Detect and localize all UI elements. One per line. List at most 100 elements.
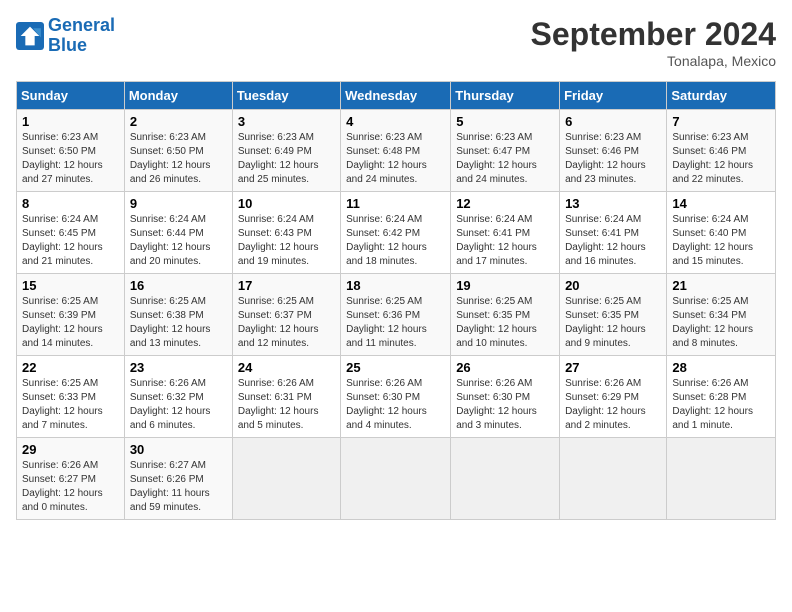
day-number: 28 [672,360,770,375]
calendar-cell: 30Sunrise: 6:27 AM Sunset: 6:26 PM Dayli… [124,438,232,520]
calendar-cell: 29 Sunrise: 6:26 AM Sunset: 6:27 PM Dayli… [17,438,125,520]
column-header-sunday: Sunday [17,82,125,110]
day-number: 5 [456,114,554,129]
calendar-cell [232,438,340,520]
day-number: 1 [22,114,119,129]
day-info: Sunrise: 6:26 AM Sunset: 6:27 PM Dayligh… [22,459,119,515]
day-number: 30 [130,442,227,457]
logo-icon [16,22,44,50]
calendar-cell: 28Sunrise: 6:26 AM Sunset: 6:28 PM Dayli… [667,356,776,438]
day-number: 4 [346,114,445,129]
calendar-subtitle: Tonalapa, Mexico [531,53,776,69]
day-number: 8 [22,196,119,211]
day-number: 17 [238,278,335,293]
calendar-cell: 27 Sunrise: 6:26 AM Sunset: 6:29 PM Dayli… [560,356,667,438]
column-header-saturday: Saturday [667,82,776,110]
day-number: 2 [130,114,227,129]
calendar-week-4: 22 Sunrise: 6:25 AM Sunset: 6:33 PM Dayli… [17,356,776,438]
calendar-week-3: 15 Sunrise: 6:25 AM Sunset: 6:39 PM Dayli… [17,274,776,356]
day-info: Sunrise: 6:24 AM Sunset: 6:42 PM Dayligh… [346,213,445,269]
day-info: Sunrise: 6:25 AM Sunset: 6:38 PM Dayligh… [130,295,227,351]
day-number: 20 [565,278,661,293]
calendar-cell: 16 Sunrise: 6:25 AM Sunset: 6:38 PM Dayli… [124,274,232,356]
day-number: 18 [346,278,445,293]
calendar-cell: 13 Sunrise: 6:24 AM Sunset: 6:41 PM Dayli… [560,192,667,274]
logo: General Blue [16,16,115,56]
day-info: Sunrise: 6:26 AM Sunset: 6:31 PM Dayligh… [238,377,335,433]
day-number: 11 [346,196,445,211]
day-info: Sunrise: 6:25 AM Sunset: 6:36 PM Dayligh… [346,295,445,351]
day-number: 15 [22,278,119,293]
day-info: Sunrise: 6:23 AM Sunset: 6:50 PM Dayligh… [22,131,119,187]
calendar-cell: 17 Sunrise: 6:25 AM Sunset: 6:37 PM Dayli… [232,274,340,356]
day-number: 7 [672,114,770,129]
day-info: Sunrise: 6:23 AM Sunset: 6:50 PM Dayligh… [130,131,227,187]
page-header: General Blue September 2024 Tonalapa, Me… [16,16,776,69]
calendar-cell: 26Sunrise: 6:26 AM Sunset: 6:30 PM Dayli… [451,356,560,438]
day-number: 23 [130,360,227,375]
calendar-cell: 21Sunrise: 6:25 AM Sunset: 6:34 PM Dayli… [667,274,776,356]
calendar-cell: 6 Sunrise: 6:23 AM Sunset: 6:46 PM Daylig… [560,110,667,192]
calendar-cell: 2 Sunrise: 6:23 AM Sunset: 6:50 PM Daylig… [124,110,232,192]
day-number: 12 [456,196,554,211]
calendar-cell: 12Sunrise: 6:24 AM Sunset: 6:41 PM Dayli… [451,192,560,274]
day-info: Sunrise: 6:25 AM Sunset: 6:39 PM Dayligh… [22,295,119,351]
day-number: 29 [22,442,119,457]
logo-line1: General [48,15,115,35]
day-info: Sunrise: 6:23 AM Sunset: 6:49 PM Dayligh… [238,131,335,187]
day-info: Sunrise: 6:24 AM Sunset: 6:40 PM Dayligh… [672,213,770,269]
day-number: 14 [672,196,770,211]
day-number: 22 [22,360,119,375]
day-info: Sunrise: 6:25 AM Sunset: 6:35 PM Dayligh… [456,295,554,351]
calendar-cell [667,438,776,520]
column-header-thursday: Thursday [451,82,560,110]
day-number: 6 [565,114,661,129]
calendar-title: September 2024 [531,16,776,53]
calendar-table: SundayMondayTuesdayWednesdayThursdayFrid… [16,81,776,520]
day-number: 9 [130,196,227,211]
day-info: Sunrise: 6:25 AM Sunset: 6:35 PM Dayligh… [565,295,661,351]
day-number: 16 [130,278,227,293]
day-info: Sunrise: 6:23 AM Sunset: 6:46 PM Dayligh… [565,131,661,187]
day-info: Sunrise: 6:25 AM Sunset: 6:34 PM Dayligh… [672,295,770,351]
calendar-week-5: 29 Sunrise: 6:26 AM Sunset: 6:27 PM Dayli… [17,438,776,520]
day-number: 27 [565,360,661,375]
day-info: Sunrise: 6:26 AM Sunset: 6:29 PM Dayligh… [565,377,661,433]
day-info: Sunrise: 6:24 AM Sunset: 6:45 PM Dayligh… [22,213,119,269]
calendar-cell: 8 Sunrise: 6:24 AM Sunset: 6:45 PM Daylig… [17,192,125,274]
calendar-cell: 5Sunrise: 6:23 AM Sunset: 6:47 PM Daylig… [451,110,560,192]
calendar-cell: 1 Sunrise: 6:23 AM Sunset: 6:50 PM Daylig… [17,110,125,192]
calendar-cell [341,438,451,520]
day-number: 13 [565,196,661,211]
day-info: Sunrise: 6:25 AM Sunset: 6:33 PM Dayligh… [22,377,119,433]
calendar-cell: 25Sunrise: 6:26 AM Sunset: 6:30 PM Dayli… [341,356,451,438]
column-header-monday: Monday [124,82,232,110]
logo-text: General Blue [48,16,115,56]
calendar-cell: 18 Sunrise: 6:25 AM Sunset: 6:36 PM Dayli… [341,274,451,356]
calendar-cell: 15 Sunrise: 6:25 AM Sunset: 6:39 PM Dayli… [17,274,125,356]
calendar-cell: 11 Sunrise: 6:24 AM Sunset: 6:42 PM Dayli… [341,192,451,274]
day-number: 10 [238,196,335,211]
calendar-cell: 23Sunrise: 6:26 AM Sunset: 6:32 PM Dayli… [124,356,232,438]
day-info: Sunrise: 6:26 AM Sunset: 6:30 PM Dayligh… [456,377,554,433]
day-info: Sunrise: 6:24 AM Sunset: 6:44 PM Dayligh… [130,213,227,269]
calendar-cell: 10 Sunrise: 6:24 AM Sunset: 6:43 PM Dayli… [232,192,340,274]
calendar-week-1: 1 Sunrise: 6:23 AM Sunset: 6:50 PM Daylig… [17,110,776,192]
logo-line2: Blue [48,35,87,55]
day-number: 3 [238,114,335,129]
title-area: September 2024 Tonalapa, Mexico [531,16,776,69]
calendar-cell: 9 Sunrise: 6:24 AM Sunset: 6:44 PM Daylig… [124,192,232,274]
column-header-tuesday: Tuesday [232,82,340,110]
day-info: Sunrise: 6:24 AM Sunset: 6:41 PM Dayligh… [565,213,661,269]
calendar-cell: 24Sunrise: 6:26 AM Sunset: 6:31 PM Dayli… [232,356,340,438]
day-info: Sunrise: 6:25 AM Sunset: 6:37 PM Dayligh… [238,295,335,351]
calendar-body: 1 Sunrise: 6:23 AM Sunset: 6:50 PM Daylig… [17,110,776,520]
day-info: Sunrise: 6:23 AM Sunset: 6:46 PM Dayligh… [672,131,770,187]
calendar-cell: 7 Sunrise: 6:23 AM Sunset: 6:46 PM Daylig… [667,110,776,192]
column-header-friday: Friday [560,82,667,110]
calendar-cell [451,438,560,520]
day-info: Sunrise: 6:26 AM Sunset: 6:30 PM Dayligh… [346,377,445,433]
calendar-cell: 4Sunrise: 6:23 AM Sunset: 6:48 PM Daylig… [341,110,451,192]
calendar-cell [560,438,667,520]
day-info: Sunrise: 6:24 AM Sunset: 6:43 PM Dayligh… [238,213,335,269]
